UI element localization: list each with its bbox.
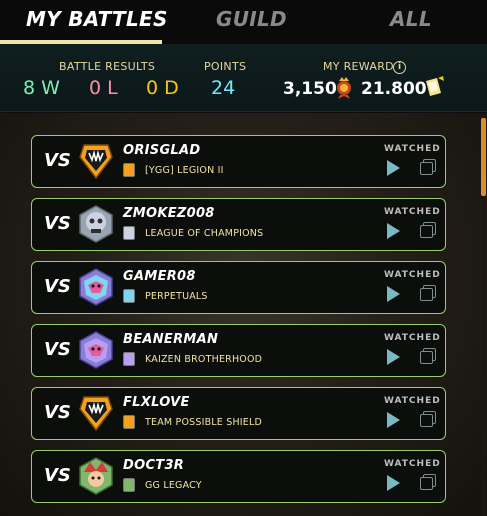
skull-badge-icon (79, 205, 113, 243)
vs-label: VS (44, 465, 71, 486)
reward-amount-2: 21.800 (361, 79, 427, 99)
battle-card[interactable]: VS ORISGLAD [YGG] LEGION II WATCHED (31, 135, 446, 188)
tab-all[interactable]: ALL (390, 7, 432, 31)
fang-shield-icon (79, 396, 113, 432)
fang-shield-icon (79, 144, 113, 180)
opponent-guild: LEAGUE OF CHAMPIONS (145, 228, 264, 239)
jester-badge-icon (79, 457, 113, 495)
guild-banner-icon (123, 226, 135, 240)
copy-icon[interactable] (420, 348, 436, 365)
watched-status: WATCHED (384, 207, 441, 217)
guild-banner-icon (123, 163, 135, 177)
play-icon[interactable] (387, 223, 400, 239)
wins-count: 8 W (23, 77, 60, 99)
draws-count: 0 D (146, 77, 179, 99)
opponent-guild: GG LEGACY (145, 480, 202, 491)
copy-icon[interactable] (420, 411, 436, 428)
guild-banner-icon (123, 289, 135, 303)
battle-summary: BATTLE RESULTS 8 W 0 L 0 D POINTS 24 MY … (0, 44, 487, 112)
guild-banner-icon (123, 478, 135, 492)
play-icon[interactable] (387, 349, 400, 365)
watched-status: WATCHED (384, 144, 441, 154)
guild-banner-icon (123, 352, 135, 366)
merits-token-icon (337, 77, 351, 99)
opponent-name[interactable]: DOCT3R (123, 458, 184, 473)
watched-status: WATCHED (384, 270, 441, 280)
battle-card[interactable]: VS ZMOKEZ008 LEAGUE OF CHAMPIONS WATCHED (31, 198, 446, 251)
opponent-name[interactable]: GAMER08 (123, 269, 196, 284)
points-label: POINTS (204, 60, 247, 73)
play-icon[interactable] (387, 286, 400, 302)
play-icon[interactable] (387, 160, 400, 176)
dragon-badge-icon (79, 331, 113, 369)
info-icon[interactable]: i (393, 61, 406, 74)
opponent-name[interactable]: BEANERMAN (123, 332, 218, 347)
watched-status: WATCHED (384, 459, 441, 469)
tab-my-battles[interactable]: MY BATTLES (26, 7, 168, 31)
opponent-guild: TEAM POSSIBLE SHIELD (145, 417, 263, 428)
opponent-guild: PERPETUALS (145, 291, 208, 302)
battle-card[interactable]: VS FLXLOVE TEAM POSSIBLE SHIELD WATCHED (31, 387, 446, 440)
opponent-name[interactable]: ORISGLAD (123, 143, 200, 158)
play-icon[interactable] (387, 475, 400, 491)
battle-card[interactable]: VS DOCT3R GG LEGACY WATCHED (31, 450, 446, 503)
vs-label: VS (44, 402, 71, 423)
reward-amount-1: 3,150 (283, 79, 337, 99)
battle-card[interactable]: VS BEANERMAN KAIZEN BROTHERHOOD WATCHED (31, 324, 446, 377)
copy-icon[interactable] (420, 285, 436, 302)
points-value: 24 (211, 77, 236, 99)
losses-count: 0 L (89, 77, 118, 99)
copy-icon[interactable] (420, 159, 436, 176)
battle-card[interactable]: VS GAMER08 PERPETUALS WATCHED (31, 261, 446, 314)
copy-icon[interactable] (420, 222, 436, 239)
opponent-name[interactable]: FLXLOVE (123, 395, 190, 410)
vs-label: VS (44, 213, 71, 234)
guild-banner-icon (123, 415, 135, 429)
vs-label: VS (44, 150, 71, 171)
scrollbar-thumb[interactable] (481, 118, 486, 196)
dragon-badge-icon (79, 268, 113, 306)
tab-guild[interactable]: GUILD (216, 7, 287, 31)
copy-icon[interactable] (420, 474, 436, 491)
vs-label: VS (44, 339, 71, 360)
reward-label: MY REWARD (323, 60, 394, 73)
battle-results-label: BATTLE RESULTS (59, 60, 156, 73)
vs-label: VS (44, 276, 71, 297)
opponent-guild: [YGG] LEGION II (145, 165, 224, 176)
tab-bar: MY BATTLES GUILD ALL (0, 0, 487, 44)
opponent-name[interactable]: ZMOKEZ008 (123, 206, 215, 221)
play-icon[interactable] (387, 412, 400, 428)
sps-token-icon (426, 76, 444, 96)
watched-status: WATCHED (384, 396, 441, 406)
watched-status: WATCHED (384, 333, 441, 343)
opponent-guild: KAIZEN BROTHERHOOD (145, 354, 263, 365)
